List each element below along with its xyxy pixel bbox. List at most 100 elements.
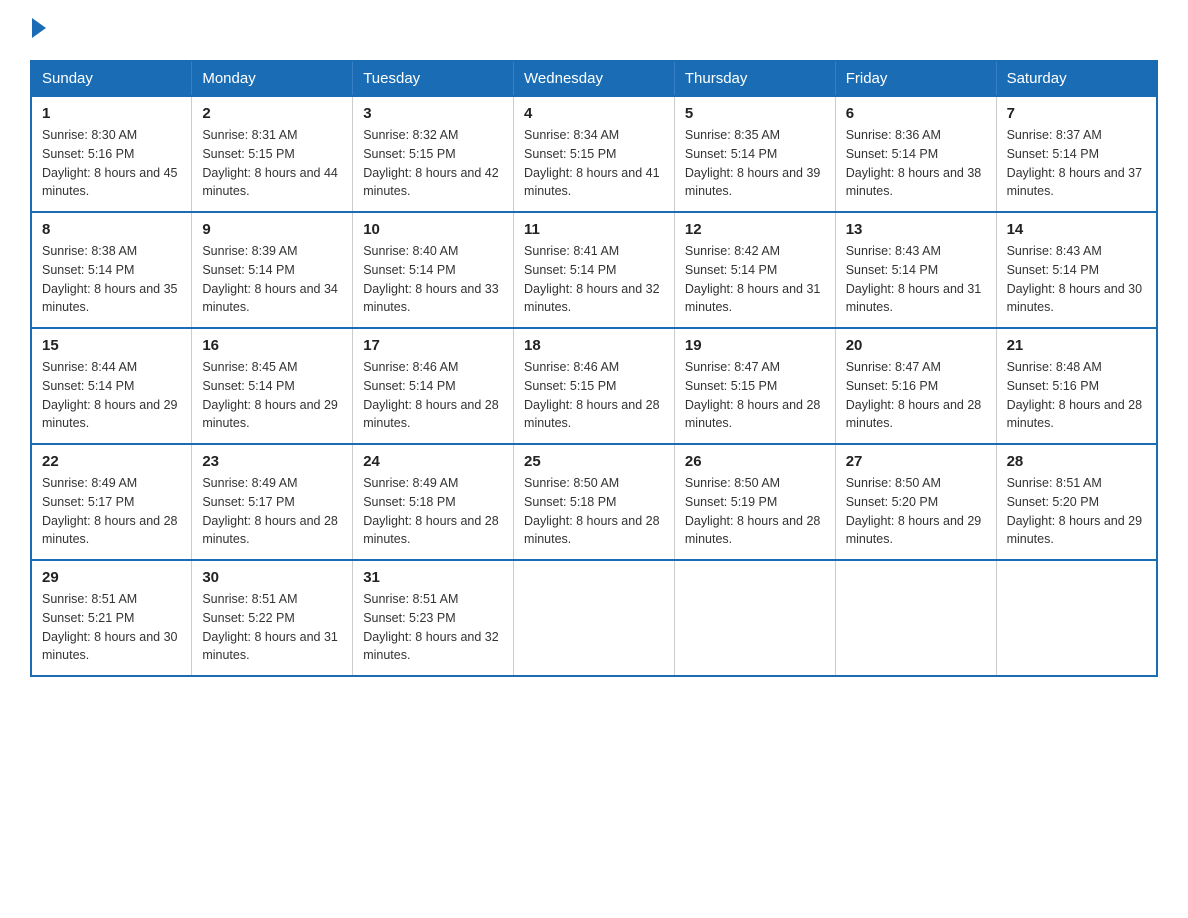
- calendar-day-cell: 19Sunrise: 8:47 AMSunset: 5:15 PMDayligh…: [674, 328, 835, 444]
- day-number: 18: [524, 337, 664, 354]
- day-info: Sunrise: 8:40 AMSunset: 5:14 PMDaylight:…: [363, 242, 503, 317]
- calendar-day-cell: 26 Sunrise: 8:50 AMSunset: 5:19 PMDayligh…: [674, 444, 835, 560]
- day-info: Sunrise: 8:48 AMSunset: 5:16 PMDaylight:…: [1007, 358, 1146, 433]
- day-number: 31: [363, 569, 503, 586]
- day-number: 21: [1007, 337, 1146, 354]
- calendar-day-cell: [835, 560, 996, 676]
- day-number: 11: [524, 221, 664, 238]
- day-number: 5: [685, 105, 825, 122]
- day-info: Sunrise: 8:38 AMSunset: 5:14 PMDaylight:…: [42, 242, 181, 317]
- calendar-day-cell: 13 Sunrise: 8:43 AMSunset: 5:14 PMDayligh…: [835, 212, 996, 328]
- calendar-day-cell: 18Sunrise: 8:46 AMSunset: 5:15 PMDayligh…: [514, 328, 675, 444]
- day-number: 4: [524, 105, 664, 122]
- day-number: 30: [202, 569, 342, 586]
- day-info: Sunrise: 8:37 AMSunset: 5:14 PMDaylight:…: [1007, 126, 1146, 201]
- calendar-week-row: 29 Sunrise: 8:51 AMSunset: 5:21 PMDayligh…: [31, 560, 1157, 676]
- calendar-day-cell: 9 Sunrise: 8:39 AMSunset: 5:14 PMDaylight…: [192, 212, 353, 328]
- day-number: 16: [202, 337, 342, 354]
- calendar-day-cell: 6 Sunrise: 8:36 AMSunset: 5:14 PMDaylight…: [835, 96, 996, 212]
- day-number: 7: [1007, 105, 1146, 122]
- day-info: Sunrise: 8:51 AMSunset: 5:22 PMDaylight:…: [202, 590, 342, 665]
- day-number: 10: [363, 221, 503, 238]
- calendar-week-row: 8 Sunrise: 8:38 AMSunset: 5:14 PMDaylight…: [31, 212, 1157, 328]
- day-info: Sunrise: 8:43 AMSunset: 5:14 PMDaylight:…: [846, 242, 986, 317]
- calendar-table: Sunday Monday Tuesday Wednesday Thursday…: [30, 60, 1158, 677]
- day-number: 25: [524, 453, 664, 470]
- logo-arrow-icon: [32, 18, 46, 38]
- day-info: Sunrise: 8:39 AMSunset: 5:14 PMDaylight:…: [202, 242, 342, 317]
- day-number: 8: [42, 221, 181, 238]
- calendar-day-cell: 12 Sunrise: 8:42 AMSunset: 5:14 PMDayligh…: [674, 212, 835, 328]
- calendar-day-cell: 21 Sunrise: 8:48 AMSunset: 5:16 PMDayligh…: [996, 328, 1157, 444]
- calendar-day-cell: 24 Sunrise: 8:49 AMSunset: 5:18 PMDayligh…: [353, 444, 514, 560]
- calendar-day-cell: 4 Sunrise: 8:34 AMSunset: 5:15 PMDaylight…: [514, 96, 675, 212]
- day-info: Sunrise: 8:51 AMSunset: 5:20 PMDaylight:…: [1007, 474, 1146, 549]
- col-monday: Monday: [192, 61, 353, 96]
- day-number: 26: [685, 453, 825, 470]
- day-info: Sunrise: 8:45 AMSunset: 5:14 PMDaylight:…: [202, 358, 342, 433]
- calendar-day-cell: 14Sunrise: 8:43 AMSunset: 5:14 PMDayligh…: [996, 212, 1157, 328]
- day-number: 12: [685, 221, 825, 238]
- calendar-day-cell: 10 Sunrise: 8:40 AMSunset: 5:14 PMDayligh…: [353, 212, 514, 328]
- day-number: 29: [42, 569, 181, 586]
- day-number: 15: [42, 337, 181, 354]
- day-info: Sunrise: 8:51 AMSunset: 5:23 PMDaylight:…: [363, 590, 503, 665]
- day-number: 23: [202, 453, 342, 470]
- day-info: Sunrise: 8:35 AMSunset: 5:14 PMDaylight:…: [685, 126, 825, 201]
- calendar-day-cell: [996, 560, 1157, 676]
- day-info: Sunrise: 8:49 AMSunset: 5:17 PMDaylight:…: [42, 474, 181, 549]
- day-number: 14: [1007, 221, 1146, 238]
- calendar-day-cell: 27 Sunrise: 8:50 AMSunset: 5:20 PMDayligh…: [835, 444, 996, 560]
- day-number: 9: [202, 221, 342, 238]
- calendar-day-cell: [514, 560, 675, 676]
- calendar-day-cell: [674, 560, 835, 676]
- day-info: Sunrise: 8:32 AMSunset: 5:15 PMDaylight:…: [363, 126, 503, 201]
- col-saturday: Saturday: [996, 61, 1157, 96]
- calendar-day-cell: 11Sunrise: 8:41 AMSunset: 5:14 PMDayligh…: [514, 212, 675, 328]
- calendar-day-cell: 16 Sunrise: 8:45 AMSunset: 5:14 PMDayligh…: [192, 328, 353, 444]
- day-info: Sunrise: 8:51 AMSunset: 5:21 PMDaylight:…: [42, 590, 181, 665]
- calendar-day-cell: 30 Sunrise: 8:51 AMSunset: 5:22 PMDayligh…: [192, 560, 353, 676]
- day-number: 1: [42, 105, 181, 122]
- day-info: Sunrise: 8:42 AMSunset: 5:14 PMDaylight:…: [685, 242, 825, 317]
- calendar-header-row: Sunday Monday Tuesday Wednesday Thursday…: [31, 61, 1157, 96]
- col-thursday: Thursday: [674, 61, 835, 96]
- calendar-day-cell: 1 Sunrise: 8:30 AMSunset: 5:16 PMDaylight…: [31, 96, 192, 212]
- logo: [30, 20, 46, 40]
- day-info: Sunrise: 8:46 AMSunset: 5:14 PMDaylight:…: [363, 358, 503, 433]
- day-number: 2: [202, 105, 342, 122]
- day-info: Sunrise: 8:34 AMSunset: 5:15 PMDaylight:…: [524, 126, 664, 201]
- day-number: 6: [846, 105, 986, 122]
- day-number: 24: [363, 453, 503, 470]
- day-info: Sunrise: 8:50 AMSunset: 5:19 PMDaylight:…: [685, 474, 825, 549]
- day-number: 13: [846, 221, 986, 238]
- calendar-week-row: 1 Sunrise: 8:30 AMSunset: 5:16 PMDaylight…: [31, 96, 1157, 212]
- calendar-day-cell: 2 Sunrise: 8:31 AMSunset: 5:15 PMDaylight…: [192, 96, 353, 212]
- day-number: 17: [363, 337, 503, 354]
- calendar-week-row: 15 Sunrise: 8:44 AMSunset: 5:14 PMDayligh…: [31, 328, 1157, 444]
- col-sunday: Sunday: [31, 61, 192, 96]
- col-wednesday: Wednesday: [514, 61, 675, 96]
- day-info: Sunrise: 8:50 AMSunset: 5:18 PMDaylight:…: [524, 474, 664, 549]
- day-number: 20: [846, 337, 986, 354]
- day-number: 3: [363, 105, 503, 122]
- day-info: Sunrise: 8:49 AMSunset: 5:18 PMDaylight:…: [363, 474, 503, 549]
- col-friday: Friday: [835, 61, 996, 96]
- day-number: 27: [846, 453, 986, 470]
- day-info: Sunrise: 8:36 AMSunset: 5:14 PMDaylight:…: [846, 126, 986, 201]
- calendar-week-row: 22Sunrise: 8:49 AMSunset: 5:17 PMDayligh…: [31, 444, 1157, 560]
- day-info: Sunrise: 8:50 AMSunset: 5:20 PMDaylight:…: [846, 474, 986, 549]
- day-info: Sunrise: 8:47 AMSunset: 5:15 PMDaylight:…: [685, 358, 825, 433]
- col-tuesday: Tuesday: [353, 61, 514, 96]
- day-info: Sunrise: 8:31 AMSunset: 5:15 PMDaylight:…: [202, 126, 342, 201]
- calendar-day-cell: 3 Sunrise: 8:32 AMSunset: 5:15 PMDaylight…: [353, 96, 514, 212]
- calendar-day-cell: 17 Sunrise: 8:46 AMSunset: 5:14 PMDayligh…: [353, 328, 514, 444]
- day-info: Sunrise: 8:30 AMSunset: 5:16 PMDaylight:…: [42, 126, 181, 201]
- day-info: Sunrise: 8:49 AMSunset: 5:17 PMDaylight:…: [202, 474, 342, 549]
- day-info: Sunrise: 8:44 AMSunset: 5:14 PMDaylight:…: [42, 358, 181, 433]
- day-info: Sunrise: 8:47 AMSunset: 5:16 PMDaylight:…: [846, 358, 986, 433]
- calendar-day-cell: 28Sunrise: 8:51 AMSunset: 5:20 PMDayligh…: [996, 444, 1157, 560]
- calendar-day-cell: 5 Sunrise: 8:35 AMSunset: 5:14 PMDaylight…: [674, 96, 835, 212]
- calendar-day-cell: 15 Sunrise: 8:44 AMSunset: 5:14 PMDayligh…: [31, 328, 192, 444]
- calendar-day-cell: 7 Sunrise: 8:37 AMSunset: 5:14 PMDaylight…: [996, 96, 1157, 212]
